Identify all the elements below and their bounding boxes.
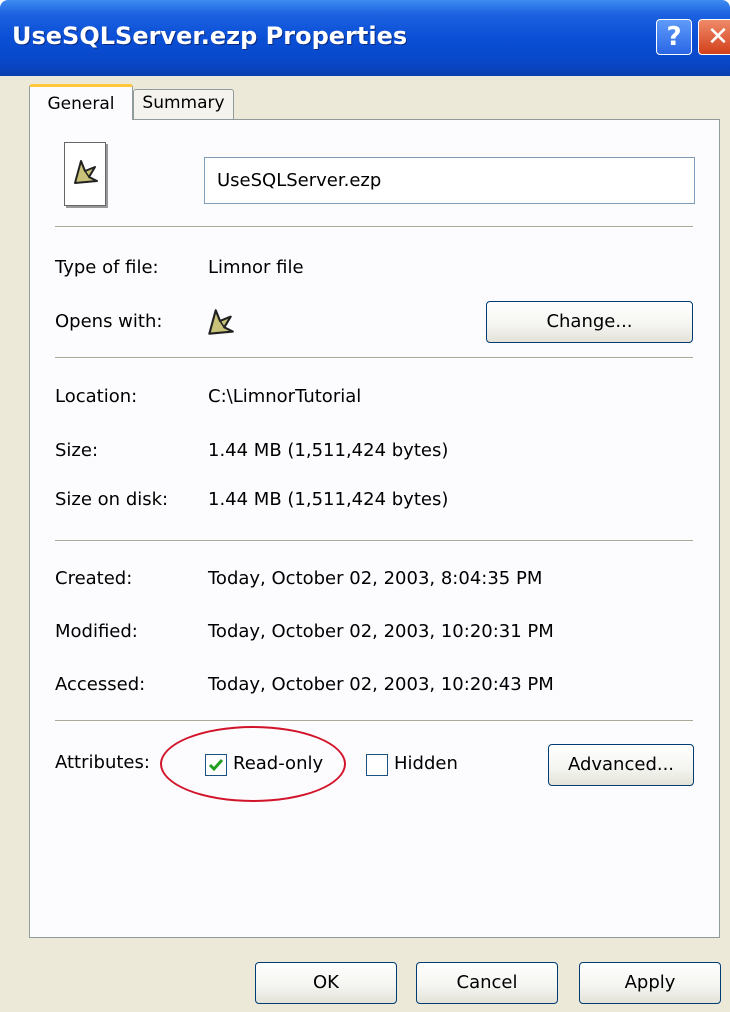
accessed-value: Today, October 02, 2003, 10:20:43 PM bbox=[208, 674, 554, 695]
cancel-button[interactable]: Cancel bbox=[416, 962, 558, 1004]
opens-with-app-icon bbox=[204, 306, 236, 342]
readonly-label[interactable]: Read-only bbox=[233, 753, 323, 774]
accessed-label: Accessed: bbox=[55, 674, 146, 695]
check-icon bbox=[208, 759, 224, 772]
limnor-logo-icon bbox=[74, 160, 98, 184]
type-of-file-label: Type of file: bbox=[55, 257, 159, 278]
tab-panel-general bbox=[29, 119, 720, 938]
created-value: Today, October 02, 2003, 8:04:35 PM bbox=[208, 568, 543, 589]
modified-value: Today, October 02, 2003, 10:20:31 PM bbox=[208, 621, 554, 642]
separator bbox=[55, 540, 693, 542]
separator bbox=[55, 720, 693, 722]
ok-button[interactable]: OK bbox=[255, 962, 397, 1004]
advanced-button[interactable]: Advanced... bbox=[548, 744, 694, 786]
location-value: C:\LimnorTutorial bbox=[208, 386, 362, 407]
window-title: UseSQLServer.ezp Properties bbox=[12, 22, 408, 50]
type-of-file-value: Limnor file bbox=[208, 257, 304, 278]
size-value: 1.44 MB (1,511,424 bytes) bbox=[208, 440, 449, 461]
separator bbox=[55, 226, 693, 228]
size-label: Size: bbox=[55, 440, 99, 461]
created-label: Created: bbox=[55, 568, 133, 589]
readonly-checkbox[interactable] bbox=[205, 754, 227, 776]
opens-with-label: Opens with: bbox=[55, 311, 163, 332]
size-on-disk-value: 1.44 MB (1,511,424 bytes) bbox=[208, 489, 449, 510]
help-button[interactable]: ? bbox=[656, 19, 692, 55]
attributes-label: Attributes: bbox=[55, 752, 150, 773]
filename-field[interactable]: UseSQLServer.ezp bbox=[204, 157, 695, 204]
modified-label: Modified: bbox=[55, 621, 138, 642]
tab-summary[interactable]: Summary bbox=[133, 89, 234, 119]
file-icon bbox=[64, 142, 106, 206]
hidden-checkbox[interactable] bbox=[366, 754, 388, 776]
location-label: Location: bbox=[55, 386, 138, 407]
separator bbox=[55, 357, 693, 359]
tab-general[interactable]: General bbox=[29, 84, 133, 120]
close-button[interactable]: ✕ bbox=[698, 19, 730, 55]
change-button[interactable]: Change... bbox=[486, 301, 693, 343]
apply-button[interactable]: Apply bbox=[579, 962, 721, 1004]
size-on-disk-label: Size on disk: bbox=[55, 489, 169, 510]
hidden-label[interactable]: Hidden bbox=[394, 753, 458, 774]
